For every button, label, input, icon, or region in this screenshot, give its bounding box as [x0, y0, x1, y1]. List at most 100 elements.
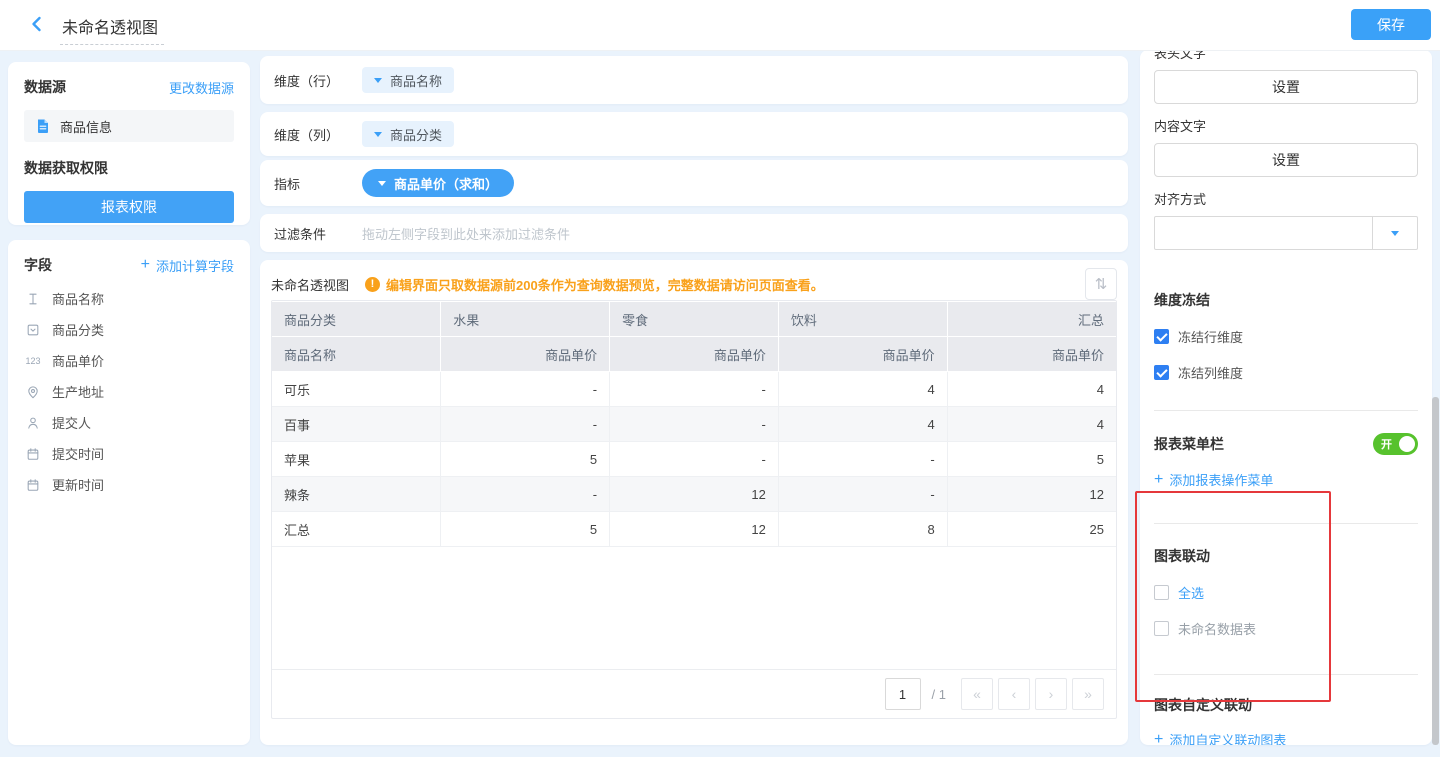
field-item-product-category[interactable]: 商品分类	[24, 314, 234, 345]
table-row: 辣条 - 12 - 12	[272, 477, 1116, 512]
row-dimension-label: 维度（行）	[274, 71, 362, 90]
toggle-knob	[1399, 436, 1415, 452]
align-select[interactable]	[1154, 216, 1418, 250]
report-permission-button[interactable]: 报表权限	[24, 191, 234, 223]
table-header-row-1: 商品分类 水果 零食 饮料 汇总	[272, 302, 1116, 337]
chevron-down-icon	[378, 181, 386, 186]
custom-linkage-heading: 图表自定义联动	[1154, 695, 1418, 715]
field-item-product-price[interactable]: 123 商品单价	[24, 345, 234, 376]
field-item-submit-time[interactable]: 提交时间	[24, 438, 234, 469]
header-text-label: 表头文字	[1154, 50, 1418, 62]
freeze-row-label[interactable]: 冻结行维度	[1178, 327, 1243, 346]
pagination: / 1 « ‹ › »	[272, 669, 1116, 718]
field-item-update-time[interactable]: 更新时间	[24, 469, 234, 500]
align-select-value	[1155, 217, 1372, 249]
content-text-label: 内容文字	[1154, 116, 1418, 135]
fields-panel: 字段 +添加计算字段 商品名称 商品分类 123 商品单价 生产地址 提交人 提…	[8, 240, 250, 745]
content-text-settings-button[interactable]: 设置	[1154, 143, 1418, 177]
table-cell: -	[778, 477, 947, 512]
align-label: 对齐方式	[1154, 189, 1418, 208]
table-cell: 辣条	[272, 477, 441, 512]
save-button[interactable]: 保存	[1351, 9, 1431, 40]
filter-dropzone-placeholder: 拖动左侧字段到此处来添加过滤条件	[362, 224, 570, 243]
sort-button[interactable]: ⇅	[1085, 268, 1117, 300]
next-page-button[interactable]: ›	[1035, 678, 1067, 710]
select-icon	[24, 323, 42, 337]
col-dimension-chip[interactable]: 商品分类	[362, 121, 454, 147]
table-cell: 4	[778, 407, 947, 442]
freeze-col-checkbox[interactable]	[1154, 365, 1169, 380]
table-cell: 汇总	[272, 512, 441, 547]
table-cell: 百事	[272, 407, 441, 442]
table-cell: 12	[610, 512, 779, 547]
change-datasource-link[interactable]: 更改数据源	[169, 78, 234, 97]
chevron-down-icon	[374, 132, 382, 137]
page-title[interactable]: 未命名透视图	[60, 12, 164, 45]
add-calc-field-link[interactable]: +添加计算字段	[141, 256, 234, 275]
linkage-item-label[interactable]: 未命名数据表	[1178, 619, 1256, 638]
table-row: 百事 - - 4 4	[272, 407, 1116, 442]
divider	[1154, 523, 1418, 524]
table-cell: 4	[947, 407, 1116, 442]
row-dimension-chip[interactable]: 商品名称	[362, 67, 454, 93]
datasource-item[interactable]: 商品信息	[24, 110, 234, 142]
permission-heading: 数据获取权限	[24, 158, 234, 178]
header-cell: 商品单价	[947, 337, 1116, 372]
header-text-settings-button[interactable]: 设置	[1154, 70, 1418, 104]
col-dimension-label: 维度（列）	[274, 125, 362, 144]
last-page-button[interactable]: »	[1072, 678, 1104, 710]
chevron-down-icon	[374, 78, 382, 83]
table-row: 苹果 5 - - 5	[272, 442, 1116, 477]
plus-icon: +	[1154, 732, 1163, 746]
prev-page-button[interactable]: ‹	[998, 678, 1030, 710]
table-row-total: 汇总 5 12 8 25	[272, 512, 1116, 547]
metric-chip[interactable]: 商品单价（求和）	[362, 169, 514, 197]
report-menu-row: 报表菜单栏 开	[1154, 433, 1418, 455]
settings-panel: 表头文字 设置 内容文字 设置 对齐方式 维度冻结 冻结行维度 冻结列维度 报表…	[1140, 50, 1432, 745]
table-row: 可乐 - - 4 4	[272, 372, 1116, 407]
add-custom-linkage-link[interactable]: +添加自定义联动图表	[1154, 730, 1418, 745]
datasource-heading: 数据源	[24, 77, 66, 97]
report-menu-heading: 报表菜单栏	[1154, 434, 1224, 454]
table-cell: 可乐	[272, 372, 441, 407]
freeze-col-label[interactable]: 冻结列维度	[1178, 363, 1243, 382]
table-cell: 5	[947, 442, 1116, 477]
preview-warning: ! 编辑界面只取数据源前200条作为查询数据预览，完整数据请访问页面查看。	[365, 275, 824, 294]
field-item-production-address[interactable]: 生产地址	[24, 376, 234, 407]
table-cell: -	[441, 477, 610, 512]
filter-label: 过滤条件	[274, 224, 362, 243]
table-cell: 12	[610, 477, 779, 512]
freeze-row-checkbox[interactable]	[1154, 329, 1169, 344]
vertical-scrollbar[interactable]	[1432, 397, 1439, 745]
chevron-left-icon	[28, 15, 46, 36]
header-cell: 水果	[441, 302, 610, 337]
field-item-product-name[interactable]: 商品名称	[24, 283, 234, 314]
toggle-on-label: 开	[1381, 436, 1392, 452]
select-caret-segment	[1372, 217, 1417, 249]
field-item-submitter[interactable]: 提交人	[24, 407, 234, 438]
preview-titlebar: 未命名透视图 ! 编辑界面只取数据源前200条作为查询数据预览，完整数据请访问页…	[271, 268, 1117, 300]
page-total-label: / 1	[932, 687, 946, 702]
number-icon: 123	[24, 356, 42, 366]
select-all-checkbox[interactable]	[1154, 585, 1169, 600]
add-report-menu-link[interactable]: +添加报表操作菜单	[1154, 470, 1418, 489]
first-page-button[interactable]: «	[961, 678, 993, 710]
table-cell: 4	[778, 372, 947, 407]
person-icon	[24, 416, 42, 430]
linkage-item-checkbox[interactable]	[1154, 621, 1169, 636]
page-number-input[interactable]	[885, 678, 921, 710]
topbar: 未命名透视图 保存	[0, 0, 1440, 51]
header-cell: 商品名称	[272, 337, 441, 372]
report-menu-toggle[interactable]: 开	[1373, 433, 1418, 455]
filter-row[interactable]: 过滤条件 拖动左侧字段到此处来添加过滤条件	[260, 214, 1128, 252]
select-all-label[interactable]: 全选	[1178, 583, 1204, 602]
table-cell: 25	[947, 512, 1116, 547]
plus-icon: +	[1154, 472, 1163, 488]
table-cell: 苹果	[272, 442, 441, 477]
back-button[interactable]	[26, 14, 48, 36]
divider	[1154, 410, 1418, 411]
row-dimension-row: 维度（行） 商品名称	[260, 56, 1128, 104]
warning-icon: !	[365, 277, 380, 292]
freeze-heading: 维度冻结	[1154, 290, 1418, 310]
datasource-item-label: 商品信息	[60, 117, 112, 136]
